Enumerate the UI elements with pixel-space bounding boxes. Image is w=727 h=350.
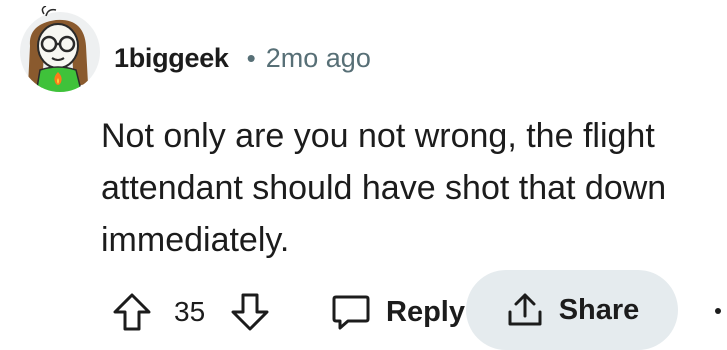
upvote-button[interactable]	[110, 290, 154, 334]
comment-timestamp[interactable]: 2mo ago	[266, 43, 371, 74]
comment-action-bar: 35 Reply Share	[0, 270, 727, 350]
speech-bubble-icon	[332, 295, 370, 330]
vote-score: 35	[174, 296, 206, 327]
reply-button[interactable]: Reply	[330, 290, 465, 334]
arrow-down-outline-icon	[231, 293, 269, 331]
comment-line: immediately.	[101, 221, 290, 259]
overflow-menu-button[interactable]	[712, 300, 727, 320]
arrow-up-outline-icon	[113, 293, 151, 331]
share-label: Share	[558, 293, 640, 326]
share-button[interactable]: Share	[466, 270, 678, 350]
downvote-button[interactable]	[228, 290, 272, 334]
author-username[interactable]: 1biggeek	[114, 43, 229, 74]
comment-line: Not only are you not wrong, the flight	[101, 117, 655, 155]
meta-separator: •	[246, 42, 256, 73]
user-avatar[interactable]	[16, 6, 104, 94]
comment-meta: 1biggeek • 2mo ago	[114, 38, 371, 78]
reply-label: Reply	[386, 295, 465, 328]
comment-body: Not only are you not wrong, the flight a…	[101, 110, 727, 266]
overflow-dots-icon	[715, 308, 721, 314]
share-upload-icon	[508, 293, 542, 326]
comment-line: attendant should have shot that down	[101, 169, 667, 207]
